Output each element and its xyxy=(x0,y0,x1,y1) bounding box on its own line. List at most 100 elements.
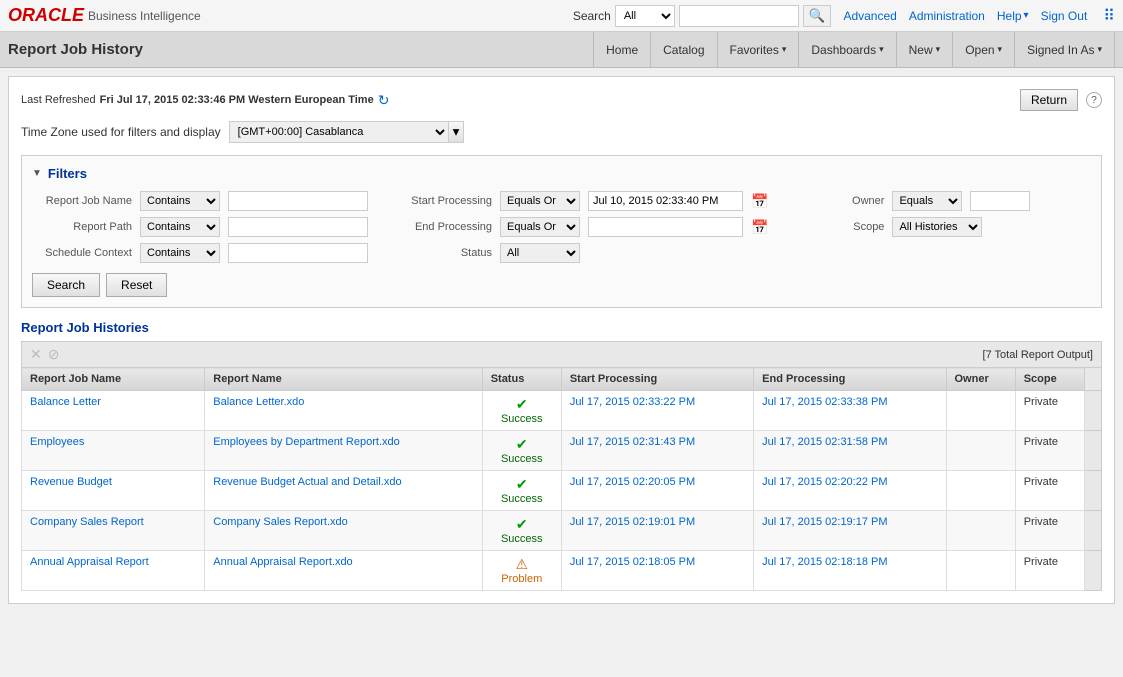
status-cell: ✔Success xyxy=(482,511,561,551)
report-job-name-op[interactable]: Contains xyxy=(140,191,220,211)
timezone-row: Time Zone used for filters and display [… xyxy=(21,121,1102,143)
report-name-cell[interactable]: Company Sales Report.xdo xyxy=(205,511,482,551)
col-header-report-name: Report Name xyxy=(205,368,482,391)
end-processing-op[interactable]: Equals Or xyxy=(500,217,580,237)
scope-label: Scope xyxy=(784,221,884,233)
end-cell: Jul 17, 2015 02:31:58 PM xyxy=(754,431,946,471)
report-name-cell[interactable]: Revenue Budget Actual and Detail.xdo xyxy=(205,471,482,511)
filters-header[interactable]: ▼ Filters xyxy=(32,166,1091,181)
last-refreshed-prefix: Last Refreshed xyxy=(21,94,96,106)
job-name-cell[interactable]: Balance Letter xyxy=(22,391,205,431)
timezone-dropdown-btn[interactable]: ▾ xyxy=(449,121,465,143)
help-button[interactable]: Help ▾ xyxy=(997,9,1029,23)
schedule-context-input[interactable] xyxy=(228,243,368,263)
results-header: Report Job Histories xyxy=(21,320,1102,335)
report-path-label: Report Path xyxy=(32,221,132,233)
return-button[interactable]: Return xyxy=(1020,89,1078,111)
report-name-cell[interactable]: Employees by Department Report.xdo xyxy=(205,431,482,471)
scope-cell: Private xyxy=(1015,391,1084,431)
col-header-owner: Owner xyxy=(946,368,1015,391)
filters-section: ▼ Filters Report Job Name Contains Start… xyxy=(21,155,1102,308)
delete-icon[interactable]: ✕ xyxy=(30,346,42,363)
report-name-cell[interactable]: Annual Appraisal Report.xdo xyxy=(205,551,482,591)
nav-dashboards[interactable]: Dashboards ▾ xyxy=(799,32,896,68)
start-processing-label: Start Processing xyxy=(392,195,492,207)
refresh-info: Last Refreshed Fri Jul 17, 2015 02:33:46… xyxy=(21,92,389,109)
scope-cell: Private xyxy=(1015,471,1084,511)
cancel-icon[interactable]: ⊘ xyxy=(48,346,60,363)
reset-button[interactable]: Reset xyxy=(106,273,167,297)
last-refreshed-datetime: Fri Jul 17, 2015 02:33:46 PM Western Eur… xyxy=(100,94,374,106)
owner-cell xyxy=(946,511,1015,551)
table-row: Balance Letter Balance Letter.xdo ✔Succe… xyxy=(22,391,1102,431)
nav-open[interactable]: Open ▾ xyxy=(953,32,1015,68)
report-name-cell[interactable]: Balance Letter.xdo xyxy=(205,391,482,431)
administration-link[interactable]: Administration xyxy=(909,9,985,23)
start-cell: Jul 17, 2015 02:20:05 PM xyxy=(561,471,753,511)
end-processing-input[interactable] xyxy=(588,217,743,237)
status-select[interactable]: All xyxy=(500,243,580,263)
refresh-icon[interactable]: ↻ xyxy=(378,92,390,109)
report-path-op[interactable]: Contains xyxy=(140,217,220,237)
end-cell: Jul 17, 2015 02:33:38 PM xyxy=(754,391,946,431)
search-scope-select[interactable]: All xyxy=(615,5,675,27)
start-processing-op[interactable]: Equals Or xyxy=(500,191,580,211)
job-name-cell[interactable]: Company Sales Report xyxy=(22,511,205,551)
nav-favorites[interactable]: Favorites ▾ xyxy=(718,32,800,68)
search-button[interactable]: 🔍 xyxy=(803,5,832,27)
advanced-link[interactable]: Advanced xyxy=(843,9,896,23)
start-processing-input[interactable] xyxy=(588,191,743,211)
help-circle-icon[interactable]: ? xyxy=(1086,92,1102,108)
nav-new[interactable]: New ▾ xyxy=(897,32,954,68)
table-row: Revenue Budget Revenue Budget Actual and… xyxy=(22,471,1102,511)
signout-link[interactable]: Sign Out xyxy=(1041,9,1088,23)
search-button[interactable]: Search xyxy=(32,273,100,297)
toolbar-icons: ✕ ⊘ xyxy=(30,346,59,363)
bi-label: Business Intelligence xyxy=(88,9,201,23)
page-title: Report Job History xyxy=(8,41,143,58)
start-cell: Jul 17, 2015 02:33:22 PM xyxy=(561,391,753,431)
nav-signed-in[interactable]: Signed In As ▾ xyxy=(1015,32,1115,68)
end-processing-calendar-icon[interactable]: 📅 xyxy=(751,219,768,236)
results-table: Report Job Name Report Name Status Start… xyxy=(21,367,1102,591)
search-input[interactable] xyxy=(679,5,799,27)
owner-cell xyxy=(946,471,1015,511)
end-cell: Jul 17, 2015 02:18:18 PM xyxy=(754,551,946,591)
filter-buttons: Search Reset xyxy=(32,273,1091,297)
owner-input[interactable] xyxy=(970,191,1030,211)
nav-catalog[interactable]: Catalog xyxy=(651,32,717,68)
results-table-wrapper: Report Job Name Report Name Status Start… xyxy=(21,367,1102,591)
col-header-job-name: Report Job Name xyxy=(22,368,205,391)
grid-icon[interactable]: ⠿ xyxy=(1103,6,1115,26)
start-cell: Jul 17, 2015 02:18:05 PM xyxy=(561,551,753,591)
report-path-input[interactable] xyxy=(228,217,368,237)
scrollbar-cell xyxy=(1085,391,1102,431)
scrollbar-cell xyxy=(1085,431,1102,471)
schedule-context-label: Schedule Context xyxy=(32,247,132,259)
nav-home[interactable]: Home xyxy=(593,32,651,68)
owner-cell xyxy=(946,391,1015,431)
timezone-label: Time Zone used for filters and display xyxy=(21,125,221,139)
timezone-select-wrapper: [GMT+00:00] Casablanca ▾ xyxy=(229,121,465,143)
col-header-status: Status xyxy=(482,368,561,391)
owner-cell xyxy=(946,551,1015,591)
timezone-select[interactable]: [GMT+00:00] Casablanca xyxy=(229,121,449,143)
scrollbar-cell xyxy=(1085,471,1102,511)
report-job-name-input[interactable] xyxy=(228,191,368,211)
results-toolbar: ✕ ⊘ [7 Total Report Output] xyxy=(21,341,1102,367)
end-processing-label: End Processing xyxy=(392,221,492,233)
status-cell: ✔Success xyxy=(482,391,561,431)
owner-op[interactable]: Equals xyxy=(892,191,962,211)
end-cell: Jul 17, 2015 02:20:22 PM xyxy=(754,471,946,511)
job-name-cell[interactable]: Revenue Budget xyxy=(22,471,205,511)
scope-select[interactable]: All Histories xyxy=(892,217,982,237)
job-name-cell[interactable]: Employees xyxy=(22,431,205,471)
schedule-context-op[interactable]: Contains xyxy=(140,243,220,263)
status-label: Status xyxy=(392,247,492,259)
owner-label: Owner xyxy=(784,195,884,207)
job-name-cell[interactable]: Annual Appraisal Report xyxy=(22,551,205,591)
start-processing-calendar-icon[interactable]: 📅 xyxy=(751,193,768,210)
start-cell: Jul 17, 2015 02:19:01 PM xyxy=(561,511,753,551)
scrollbar-cell xyxy=(1085,511,1102,551)
oracle-wordmark: ORACLE xyxy=(8,5,84,26)
